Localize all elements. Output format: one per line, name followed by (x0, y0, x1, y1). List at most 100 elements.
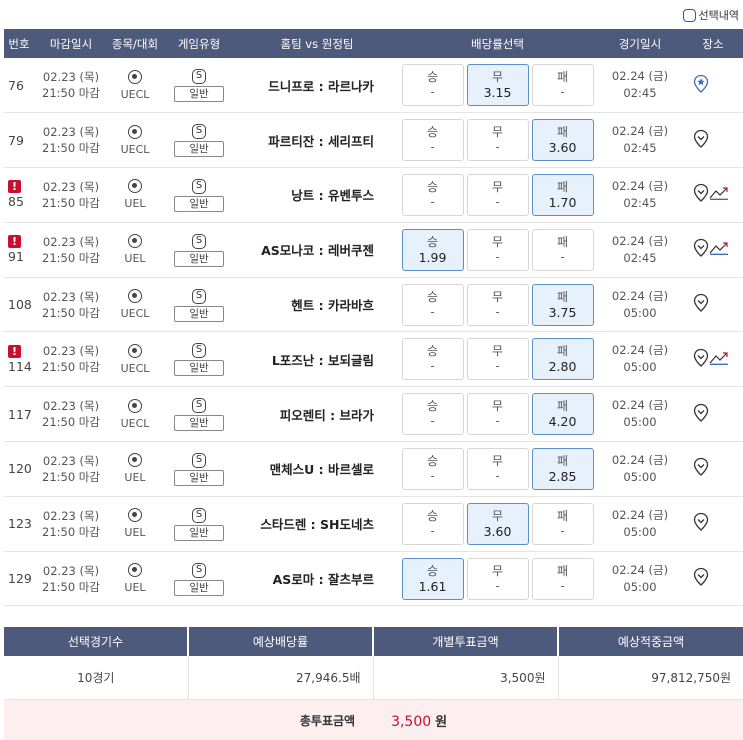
odds-win-button[interactable]: 승- (401, 283, 464, 326)
summary-header-payout: 예상적중금액 (558, 627, 743, 656)
summary-value-row: 10경기 27,946.5배 3,500원 97,812,750원 (4, 656, 743, 700)
odds-loss-button[interactable]: 패- (531, 557, 594, 600)
summary-payout: 97,812,750원 (558, 656, 743, 700)
special-badge-icon: S (192, 562, 206, 578)
pin-icon[interactable] (692, 238, 710, 261)
deadline-time: 21:50 마감 (42, 305, 100, 320)
odds-value: - (495, 249, 500, 264)
game-time: 02:45 (623, 250, 657, 265)
odds-loss-button[interactable]: 패- (531, 64, 594, 107)
star-pin-icon[interactable] (692, 74, 710, 97)
select-history-label: 선택내역 (698, 9, 739, 22)
pin-icon[interactable] (692, 348, 710, 371)
odds-label: 패 (556, 453, 569, 468)
match-number: ! 114 (4, 331, 34, 388)
odds-win-button[interactable]: 승- (401, 119, 464, 162)
odds-draw-button[interactable]: 무- (466, 557, 529, 600)
odds-draw-button[interactable]: 무 3.15 (466, 64, 529, 107)
match-number-text: 85 (8, 194, 24, 210)
odds-draw-button[interactable]: 무 3.60 (466, 502, 529, 545)
pin-icon[interactable] (692, 183, 710, 206)
odds-loss-button[interactable]: 패- (531, 502, 594, 545)
summary-count: 10경기 (4, 656, 189, 700)
odds-draw-button[interactable]: 무- (466, 173, 529, 216)
odds-label: 무 (491, 399, 504, 414)
odds-label: 패 (556, 125, 569, 140)
odds-win-button[interactable]: 승- (401, 338, 464, 381)
select-history-toggle[interactable]: 선택내역 (682, 7, 739, 23)
sport-cell: UECL (108, 112, 162, 169)
deadline-cell: 02.23 (목) 21:50 마감 (34, 58, 108, 114)
deadline-date: 02.23 (목) (42, 179, 100, 194)
odds-draw-button[interactable]: 무- (466, 228, 529, 271)
game-type-cell: S 일반 (162, 58, 236, 114)
table-row: 76 02.23 (목) 21:50 마감 UECL S 일반 드니프로 : 라르나카 승 - 무… (4, 58, 743, 114)
pin-icon[interactable] (692, 403, 710, 426)
odds-draw-button[interactable]: 무- (466, 283, 529, 326)
odds-label: 패 (556, 344, 569, 359)
game-type-label: 일반 (174, 305, 224, 322)
odds-label: 승 (426, 399, 439, 414)
odds-loss-button[interactable]: 패 2.85 (531, 447, 594, 490)
match-number-text: 123 (8, 516, 32, 532)
odds-win-button[interactable]: 승- (401, 393, 464, 436)
trend-chart-icon[interactable] (709, 351, 729, 368)
game-type-cell: S 일반 (162, 441, 236, 497)
pin-icon[interactable] (692, 567, 710, 590)
match-teams: 헨트 : 카라바흐 (236, 277, 398, 333)
table-header-row: 번호 마감일시 종목/대회 게임유형 홈팀 vs 원정팀 배당률선택 경기일시 … (4, 29, 743, 58)
odds-draw-button[interactable]: 무- (466, 447, 529, 490)
trend-chart-icon[interactable] (709, 241, 729, 258)
odds-draw-button[interactable]: 무- (466, 393, 529, 436)
select-history-checkbox[interactable] (682, 8, 696, 22)
pin-icon[interactable] (692, 512, 710, 535)
table-row: ! 85 02.23 (목) 21:50 마감 UEL S 일반 낭트 : 유벤투스 승 - 무 - 패… (4, 167, 743, 223)
odds-draw-button[interactable]: 무- (466, 119, 529, 162)
pin-icon[interactable] (692, 293, 710, 316)
col-header-sport: 종목/대회 (108, 29, 162, 58)
odds-value: - (430, 140, 435, 155)
pin-icon[interactable] (692, 129, 710, 152)
odds-label: 패 (556, 289, 569, 304)
odds-loss-button[interactable]: 패 3.75 (531, 283, 594, 326)
league-name: UEL (124, 581, 146, 595)
game-date: 02.24 (금) (611, 69, 669, 84)
odds-loss-button[interactable]: 패 2.80 (531, 338, 594, 381)
odds-loss-button[interactable]: 패 1.70 (531, 173, 594, 216)
odds-label: 무 (491, 70, 504, 85)
odds-win-button[interactable]: 승- (401, 173, 464, 216)
odds-value: 4.20 (548, 414, 577, 430)
odds-cell: 승 - 무 - 패 3.60 (398, 112, 597, 169)
game-date-cell: 02.24 (금) 05:00 (597, 277, 683, 333)
match-teams: 맨체스U : 바르셀로 (236, 441, 398, 497)
odds-win-button[interactable]: 승- (401, 64, 464, 107)
odds-value: - (495, 140, 500, 155)
odds-cell: 승 - 무 3.60 패 - (398, 496, 597, 552)
odds-value: - (430, 414, 435, 429)
odds-loss-button[interactable]: 패- (531, 228, 594, 271)
deadline-date: 02.23 (목) (42, 563, 100, 578)
sport-cell: UECL (108, 277, 162, 333)
game-type-label: 일반 (174, 86, 224, 103)
special-badge-icon: S (192, 398, 206, 414)
odds-value: 1.99 (418, 249, 447, 265)
odds-value: 1.70 (548, 194, 577, 210)
odds-cell: 승 - 무 - 패 3.75 (398, 277, 597, 333)
odds-value: - (430, 523, 435, 538)
odds-draw-button[interactable]: 무- (466, 338, 529, 381)
odds-loss-button[interactable]: 패 4.20 (531, 393, 594, 436)
pin-icon[interactable] (692, 457, 710, 480)
odds-win-button[interactable]: 승 1.61 (401, 557, 464, 600)
odds-label: 승 (426, 125, 439, 140)
odds-win-button[interactable]: 승- (401, 502, 464, 545)
trend-chart-icon[interactable] (709, 186, 729, 203)
match-number: 120 (4, 441, 34, 497)
game-type-label: 일반 (174, 195, 224, 212)
odds-win-button[interactable]: 승- (401, 447, 464, 490)
deadline-time: 21:50 마감 (42, 415, 100, 430)
game-date: 02.24 (금) (611, 288, 669, 303)
odds-loss-button[interactable]: 패 3.60 (531, 119, 594, 162)
odds-win-button[interactable]: 승 1.99 (401, 228, 464, 271)
deadline-cell: 02.23 (목) 21:50 마감 (34, 222, 108, 278)
sport-cell: UECL (108, 386, 162, 443)
